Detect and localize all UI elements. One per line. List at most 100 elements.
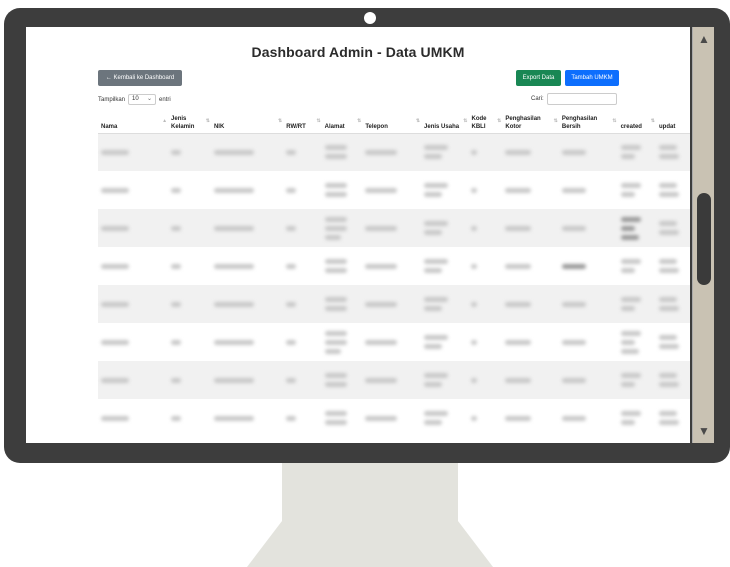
monitor-stand-base xyxy=(247,521,493,567)
sort-icon: ⇅ xyxy=(497,118,502,124)
scroll-up-icon[interactable]: ▲ xyxy=(696,31,712,47)
table-cell xyxy=(656,399,690,437)
export-data-button[interactable]: Export Data xyxy=(516,70,561,86)
table-cell xyxy=(559,323,618,361)
search-label: Cari: xyxy=(531,96,544,102)
table-cell xyxy=(421,133,469,171)
table-cell xyxy=(656,285,690,323)
blurred-text xyxy=(365,301,398,307)
table-row[interactable] xyxy=(98,399,690,437)
blurred-text xyxy=(561,187,586,193)
column-header-updated[interactable]: updat xyxy=(656,109,690,134)
blurred-text xyxy=(365,377,398,383)
table-cell xyxy=(98,247,168,285)
blurred-text xyxy=(620,348,639,354)
column-header-alamat[interactable]: Alamat ⇅ xyxy=(321,109,363,134)
table-cell xyxy=(362,399,421,437)
blurred-text xyxy=(424,154,443,160)
table-cell xyxy=(321,133,363,171)
table-row[interactable] xyxy=(98,209,690,247)
table-cell xyxy=(617,133,656,171)
table-row[interactable] xyxy=(98,247,690,285)
blurred-text xyxy=(561,339,586,345)
back-to-dashboard-button[interactable]: ← Kembali ke Dashboard xyxy=(98,70,182,86)
monitor-scene: Dashboard Admin - Data UMKM ← Kembali ke… xyxy=(0,0,730,567)
table-cell xyxy=(558,133,618,171)
umkm-table: Nama ▲ Jenis Kelamin ⇅ NIK ⇅ RW/RT ⇅ Alamat ⇅… xyxy=(98,109,690,437)
table-cell xyxy=(559,399,618,437)
column-header-rw-rt[interactable]: RW/RT ⇅ xyxy=(283,109,322,134)
vertical-scrollbar[interactable]: ▲ ▼ xyxy=(692,27,714,443)
blurred-text xyxy=(424,268,443,273)
column-header-jenis-kelamin[interactable]: Jenis Kelamin ⇅ xyxy=(168,109,211,134)
blurred-text xyxy=(471,339,478,345)
table-cell xyxy=(321,285,363,323)
blurred-text xyxy=(286,339,297,345)
column-header-penghasilan-kotor[interactable]: Penghasilan Kotor ⇅ xyxy=(502,109,559,134)
blurred-text xyxy=(620,259,641,264)
scrollbar-thumb[interactable] xyxy=(697,193,711,285)
blurred-text xyxy=(424,221,449,226)
blurred-text xyxy=(324,145,347,151)
column-header-label: Penghasilan Kotor xyxy=(505,115,541,130)
table-cell xyxy=(617,361,656,399)
table-row[interactable] xyxy=(98,171,690,209)
table-cell xyxy=(421,399,468,437)
blurred-text xyxy=(471,415,478,421)
add-umkm-button[interactable]: Tambah UMKM xyxy=(565,70,619,86)
table-cell xyxy=(617,209,656,247)
blurred-text xyxy=(324,373,347,378)
table-cell xyxy=(502,133,559,171)
blurred-text xyxy=(324,306,347,311)
blurred-text xyxy=(561,263,586,269)
length-prefix-label: Tampilkan xyxy=(98,96,126,103)
blurred-text xyxy=(424,183,449,188)
table-cell xyxy=(468,361,503,399)
table-cell xyxy=(362,323,421,361)
column-header-kode-kbli[interactable]: Kode KBLI ⇅ xyxy=(468,109,503,134)
blurred-text xyxy=(101,377,129,383)
table-cell xyxy=(421,361,469,399)
blurred-text xyxy=(471,263,478,269)
table-cell xyxy=(617,285,656,323)
table-row[interactable] xyxy=(98,323,690,361)
sort-icon: ⇅ xyxy=(205,118,210,124)
table-cell xyxy=(283,209,322,247)
table-cell xyxy=(559,171,618,209)
sort-icon: ⇅ xyxy=(612,118,617,124)
table-cell xyxy=(656,171,690,209)
blurred-text xyxy=(171,301,182,307)
blurred-text xyxy=(505,149,532,155)
blurred-text xyxy=(324,234,341,240)
blurred-text xyxy=(286,301,297,307)
table-row[interactable] xyxy=(98,133,690,171)
blurred-text xyxy=(659,259,677,264)
column-header-penghasilan-bersih[interactable]: Penghasilan Bersih ⇅ xyxy=(558,109,618,134)
blurred-text xyxy=(659,192,679,197)
blurred-text xyxy=(561,225,586,231)
column-header-jenis-usaha[interactable]: Jenis Usaha ⇅ xyxy=(421,109,469,134)
column-header-nik[interactable]: NIK ⇅ xyxy=(210,109,284,134)
table-row[interactable] xyxy=(98,285,690,323)
column-header-nama[interactable]: Nama ▲ xyxy=(98,109,169,134)
table-cell xyxy=(283,285,322,323)
search-input[interactable] xyxy=(546,93,617,105)
blurred-text xyxy=(365,339,398,345)
table-cell xyxy=(502,285,559,323)
column-header-created[interactable]: created ⇅ xyxy=(617,109,656,134)
blurred-text xyxy=(424,382,443,387)
camera-icon xyxy=(364,12,376,24)
table-cell xyxy=(618,399,656,437)
table-cell xyxy=(211,399,283,437)
blurred-text xyxy=(620,330,641,336)
table-cell xyxy=(421,171,468,209)
page-length-select[interactable]: 10 ⌄ xyxy=(128,94,157,105)
blurred-text xyxy=(324,268,347,273)
table-cell xyxy=(168,285,211,323)
column-header-telepon[interactable]: Telepon ⇅ xyxy=(362,109,422,134)
table-row[interactable] xyxy=(98,361,690,399)
blurred-text xyxy=(365,225,398,231)
blurred-text xyxy=(324,339,347,345)
browser-viewport: Dashboard Admin - Data UMKM ← Kembali ke… xyxy=(26,27,690,443)
scroll-down-icon[interactable]: ▼ xyxy=(696,423,712,439)
